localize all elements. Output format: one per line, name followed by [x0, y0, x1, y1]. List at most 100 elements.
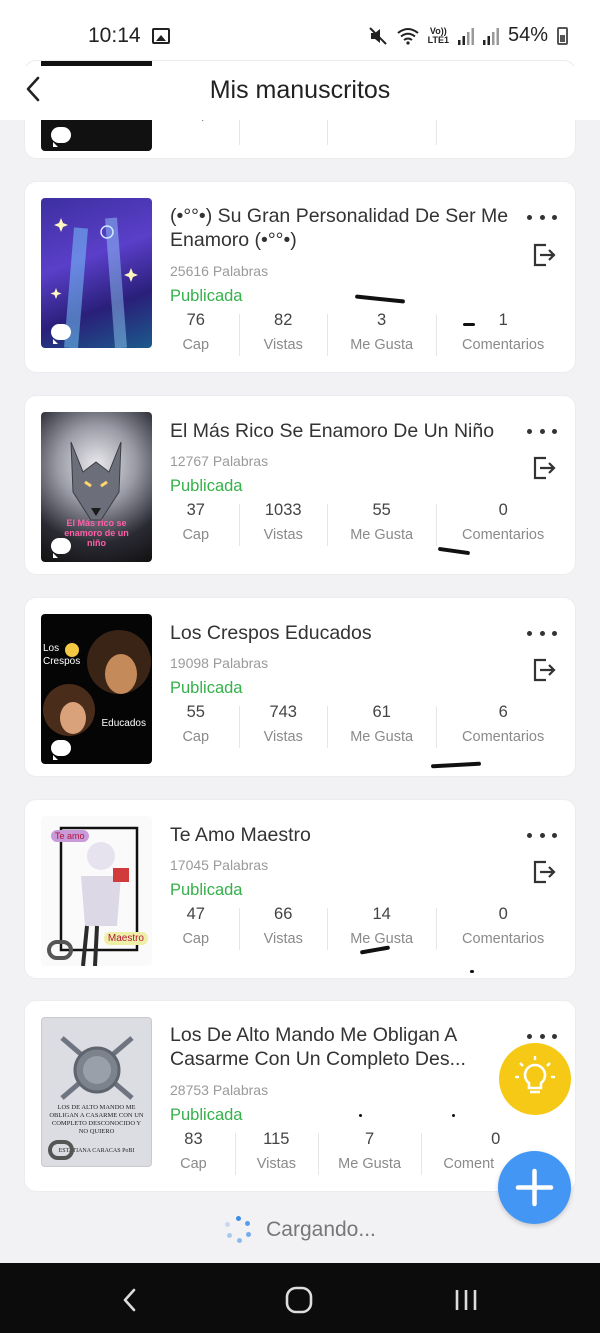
- stat-chapters: 83 Cap: [152, 1129, 235, 1179]
- signal-icon-2: [482, 27, 499, 45]
- stat-likes: 7 Me Gusta: [317, 1129, 422, 1179]
- spinner-icon: [224, 1216, 252, 1244]
- page-title: Mis manuscritos: [209, 76, 391, 104]
- book-title[interactable]: Los De Alto Mando Me Obligan A Casarme C…: [170, 1023, 510, 1071]
- stat-value: 37: [186, 501, 205, 519]
- word-count: 25616 Palabras: [170, 263, 269, 279]
- more-options-button[interactable]: [527, 210, 557, 224]
- stat-label: Me Gusta: [350, 931, 414, 947]
- system-nav-bar: [0, 1263, 600, 1333]
- plus-icon: [515, 1168, 554, 1207]
- stat-label: Me Gusta: [350, 729, 414, 745]
- stat-value: 1033: [264, 501, 302, 519]
- book-cover[interactable]: Los Crespos Educados: [41, 614, 152, 764]
- publish-status: Publicada: [170, 881, 243, 899]
- book-card[interactable]: (•°°•) Su Gran Personalidad De Ser Me En…: [24, 181, 576, 373]
- export-icon[interactable]: [531, 242, 557, 268]
- book-card[interactable]: Te amo Maestro Te Amo Maestro 17045 Pala…: [24, 799, 576, 979]
- wifi-icon: [397, 27, 419, 45]
- stat-value: 3: [377, 311, 387, 329]
- book-cover[interactable]: Te amo Maestro: [41, 816, 152, 966]
- more-options-button[interactable]: [527, 1029, 557, 1043]
- volte-icon: Vo)) LTE1: [427, 26, 449, 45]
- stat-label: Comentarios: [462, 337, 545, 353]
- stat-label: Vistas: [263, 729, 303, 745]
- scribble-mark: [354, 294, 406, 304]
- stat-label: Comentarios: [462, 729, 545, 745]
- stats-row: 55 Cap 743 Vistas 61 Me Gusta 6 Comentarios: [152, 702, 570, 752]
- stat-chapters: 37 Cap: [152, 500, 239, 550]
- stat-value: 76: [186, 311, 205, 329]
- scribble-mark: [359, 1114, 362, 1117]
- book-title[interactable]: Te Amo Maestro: [170, 823, 520, 847]
- stat-label: Vistas: [263, 337, 303, 353]
- stat-chapters: 55 Cap: [152, 702, 239, 752]
- idea-button[interactable]: [499, 1043, 571, 1115]
- publish-status: Publicada: [170, 477, 243, 495]
- chat-bubble-icon: [48, 1140, 74, 1160]
- book-card[interactable]: El Más rico se enamoro de un niño El Más…: [24, 395, 576, 575]
- chat-bubble-icon: [51, 538, 71, 558]
- book-card[interactable]: LOS DE ALTO MANDO ME OBLIGAN A CASARME C…: [24, 1000, 576, 1192]
- book-title[interactable]: Los Crespos Educados: [170, 621, 520, 645]
- word-count: 17045 Palabras: [170, 857, 269, 873]
- cover-caption: LOS DE ALTO MANDO ME OBLIGAN A CASARME C…: [49, 1104, 144, 1135]
- scribble-mark: [452, 1114, 455, 1117]
- stats-row: 76 Cap 82 Vistas 3 Me Gusta 1 Comentarios: [152, 310, 570, 360]
- more-options-button[interactable]: [527, 626, 557, 640]
- stat-label: Me Gusta: [350, 337, 414, 353]
- book-title[interactable]: (•°°•) Su Gran Personalidad De Ser Me En…: [170, 204, 520, 252]
- stat-label: Vistas: [263, 931, 303, 947]
- book-title[interactable]: El Más Rico Se Enamoro De Un Niño: [170, 419, 520, 443]
- nav-recents-icon[interactable]: [451, 1285, 481, 1315]
- word-count: 28753 Palabras: [170, 1082, 269, 1098]
- book-cover[interactable]: El Más rico se enamoro de un niño: [41, 412, 152, 562]
- export-icon[interactable]: [531, 859, 557, 885]
- more-options-button[interactable]: [527, 424, 557, 438]
- stat-likes: 55 Me Gusta: [326, 500, 436, 550]
- add-book-button[interactable]: [498, 1151, 571, 1224]
- loading-text: Cargando...: [266, 1218, 376, 1241]
- book-card[interactable]: Los Crespos Educados Los Crespos Educado…: [24, 597, 576, 777]
- stat-label: Cap: [182, 931, 210, 947]
- export-icon[interactable]: [531, 657, 557, 683]
- cover-caption-bottom: Educados: [101, 718, 146, 729]
- stat-comments: 0 Comentarios: [436, 904, 570, 954]
- scribble-mark: [470, 970, 474, 973]
- stat-value: 1: [498, 311, 508, 329]
- volte-bottom-label: LTE1: [427, 34, 449, 45]
- book-cover[interactable]: [41, 198, 152, 348]
- book-cover[interactable]: LOS DE ALTO MANDO ME OBLIGAN A CASARME C…: [41, 1017, 152, 1167]
- stat-views: 115 Vistas: [234, 1129, 318, 1179]
- more-options-button[interactable]: [527, 828, 557, 842]
- chat-bubble-icon: [51, 324, 71, 344]
- stat-label: Comentarios: [462, 527, 545, 543]
- stat-value: 83: [184, 1130, 203, 1148]
- stat-likes: 61 Me Gusta: [326, 702, 436, 752]
- stat-value: 61: [372, 703, 391, 721]
- nav-back-icon[interactable]: [115, 1285, 145, 1315]
- publish-status: Publicada: [170, 1106, 243, 1124]
- cover-caption-top: Te amo: [51, 830, 89, 842]
- stat-comments: 0 Comentarios: [436, 500, 570, 550]
- stat-value: 0: [498, 501, 508, 519]
- export-icon[interactable]: [531, 455, 557, 481]
- nav-home-icon[interactable]: [284, 1285, 314, 1315]
- stat-value: 7: [364, 1130, 375, 1148]
- lightbulb-icon: [515, 1056, 555, 1094]
- cover-caption-bottom: Maestro: [103, 932, 148, 945]
- status-icons: Vo)) LTE1 54%: [368, 24, 568, 47]
- app-header: Mis manuscritos: [0, 66, 600, 120]
- cover-caption-top: Los Crespos: [43, 643, 81, 667]
- stat-label: Cap: [180, 1156, 207, 1172]
- stat-comments: 1 Comentarios: [436, 310, 570, 360]
- scribble-mark: [463, 323, 475, 326]
- publish-status: Publicada: [170, 679, 243, 697]
- word-count: 19098 Palabras: [170, 655, 269, 671]
- scribble-mark: [430, 761, 482, 769]
- status-time: 10:14: [88, 24, 141, 47]
- stat-likes: 3 Me Gusta: [326, 310, 436, 360]
- loading-indicator: Cargando...: [0, 1216, 600, 1244]
- stat-label: Me Gusta: [350, 527, 414, 543]
- stat-value: 55: [186, 703, 205, 721]
